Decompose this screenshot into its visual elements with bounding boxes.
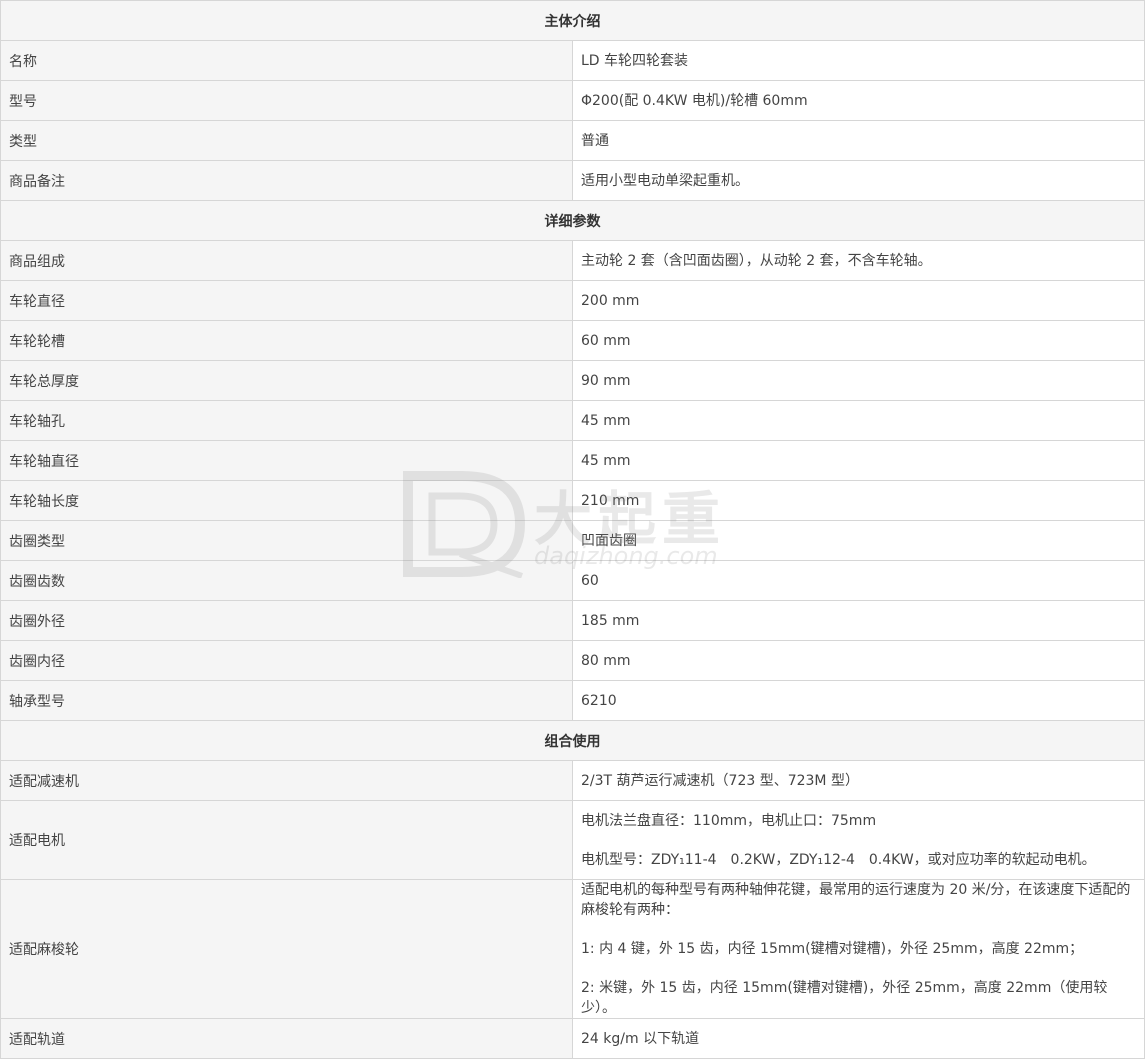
value-line: 适用小型电动单梁起重机。 [581, 172, 749, 189]
row-label: 齿圈类型 [0, 520, 573, 561]
value-line: LD 车轮四轮套装 [581, 52, 689, 69]
value-line: 2: 米键，外 15 齿，内径 15mm(键槽对键槽)，外径 25mm，高度 2… [581, 980, 1108, 1016]
row-label: 齿圈外径 [0, 600, 573, 641]
row-label: 车轮直径 [0, 280, 573, 321]
row-value: 适配电机的每种型号有两种轴伸花键，最常用的运行速度为 20 米/分，在该速度下适… [572, 879, 1145, 1019]
row-value: 普通 [572, 120, 1145, 161]
table-row: 商品组成 主动轮 2 套（含凹面齿圈），从动轮 2 套，不含车轮轴。 [0, 240, 1145, 281]
table-row: 适配减速机 2/3T 葫芦运行减速机（723 型、723M 型） [0, 760, 1145, 801]
row-label: 车轮轴孔 [0, 400, 573, 441]
row-label: 商品组成 [0, 240, 573, 281]
value-line: 185 mm [581, 612, 640, 629]
table-row: 车轮轮槽 60 mm [0, 320, 1145, 361]
value-line: 1: 内 4 键，外 15 齿，内径 15mm(键槽对键槽)，外径 25mm，高… [581, 941, 1084, 957]
value-line: 60 mm [581, 332, 631, 349]
table-row: 适配电机 电机法兰盘直径：110mm，电机止口：75mm 电机型号：ZDY₁11-4… [0, 800, 1145, 880]
row-value: 24 kg/m 以下轨道 [572, 1018, 1145, 1059]
row-value: 90 mm [572, 360, 1145, 401]
row-label: 类型 [0, 120, 573, 161]
row-label: 适配麻梭轮 [0, 879, 573, 1019]
row-value: 6210 [572, 680, 1145, 721]
row-value: 60 mm [572, 320, 1145, 361]
section-header: 详细参数 [0, 200, 1145, 241]
row-label: 适配减速机 [0, 760, 573, 801]
row-label: 适配轨道 [0, 1018, 573, 1059]
row-value: 210 mm [572, 480, 1145, 521]
table-row: 齿圈内径 80 mm [0, 640, 1145, 681]
row-value: 主动轮 2 套（含凹面齿圈），从动轮 2 套，不含车轮轴。 [572, 240, 1145, 281]
value-line: 普通 [581, 132, 609, 149]
table-row: 适配麻梭轮 适配电机的每种型号有两种轴伸花键，最常用的运行速度为 20 米/分，在… [0, 879, 1145, 1019]
table-row: 车轮直径 200 mm [0, 280, 1145, 321]
row-label: 适配电机 [0, 800, 573, 880]
value-line: 45 mm [581, 412, 631, 429]
value-line: Φ200(配 0.4KW 电机)/轮槽 60mm [581, 92, 808, 109]
section-header: 组合使用 [0, 720, 1145, 761]
value-line: 6210 [581, 692, 617, 709]
value-line: 主动轮 2 套（含凹面齿圈），从动轮 2 套，不含车轮轴。 [581, 252, 932, 269]
product-spec-table: 主体介绍 名称 LD 车轮四轮套装 型号 Φ200(配 0.4KW 电机)/轮槽 60m… [0, 0, 1145, 1059]
row-value: 200 mm [572, 280, 1145, 321]
row-label: 车轮总厚度 [0, 360, 573, 401]
value-line: 80 mm [581, 652, 631, 669]
value-line: 200 mm [581, 292, 640, 309]
row-value: 45 mm [572, 400, 1145, 441]
value-line: 45 mm [581, 452, 631, 469]
table-row: 齿圈齿数 60 [0, 560, 1145, 601]
table-row: 商品备注 适用小型电动单梁起重机。 [0, 160, 1145, 201]
row-value: 60 [572, 560, 1145, 601]
table-row: 类型 普通 [0, 120, 1145, 161]
row-label: 齿圈内径 [0, 640, 573, 681]
value-line: 电机型号：ZDY₁11-4 0.2KW，ZDY₁12-4 0.4KW，或对应功率… [581, 851, 1096, 868]
row-label: 车轮轴长度 [0, 480, 573, 521]
section-title: 组合使用 [0, 720, 1145, 761]
value-line: 电机法兰盘直径：110mm，电机止口：75mm [581, 812, 877, 829]
row-value: 电机法兰盘直径：110mm，电机止口：75mm 电机型号：ZDY₁11-4 0.2… [572, 800, 1145, 880]
table-row: 名称 LD 车轮四轮套装 [0, 40, 1145, 81]
row-value: 45 mm [572, 440, 1145, 481]
value-line: 2/3T 葫芦运行减速机（723 型、723M 型） [581, 772, 859, 789]
row-label: 齿圈齿数 [0, 560, 573, 601]
row-label: 车轮轮槽 [0, 320, 573, 361]
row-value: 凹面齿圈 [572, 520, 1145, 561]
row-label: 轴承型号 [0, 680, 573, 721]
table-row: 车轮轴孔 45 mm [0, 400, 1145, 441]
section-title: 详细参数 [0, 200, 1145, 241]
table-row: 齿圈类型 凹面齿圈 [0, 520, 1145, 561]
row-value: Φ200(配 0.4KW 电机)/轮槽 60mm [572, 80, 1145, 121]
value-line: 凹面齿圈 [581, 532, 637, 549]
row-label: 车轮轴直径 [0, 440, 573, 481]
row-value: 80 mm [572, 640, 1145, 681]
section-title: 主体介绍 [0, 0, 1145, 41]
table-row: 适配轨道 24 kg/m 以下轨道 [0, 1018, 1145, 1059]
row-label: 商品备注 [0, 160, 573, 201]
row-value: LD 车轮四轮套装 [572, 40, 1145, 81]
table-row: 轴承型号 6210 [0, 680, 1145, 721]
table-row: 齿圈外径 185 mm [0, 600, 1145, 641]
table-row: 型号 Φ200(配 0.4KW 电机)/轮槽 60mm [0, 80, 1145, 121]
value-line: 60 [581, 572, 599, 589]
section-header: 主体介绍 [0, 0, 1145, 41]
value-line: 90 mm [581, 372, 631, 389]
table-row: 车轮总厚度 90 mm [0, 360, 1145, 401]
row-value: 185 mm [572, 600, 1145, 641]
table-row: 车轮轴长度 210 mm [0, 480, 1145, 521]
row-value: 2/3T 葫芦运行减速机（723 型、723M 型） [572, 760, 1145, 801]
value-line: 210 mm [581, 492, 640, 509]
row-label: 名称 [0, 40, 573, 81]
table-row: 车轮轴直径 45 mm [0, 440, 1145, 481]
row-value: 适用小型电动单梁起重机。 [572, 160, 1145, 201]
value-line: 适配电机的每种型号有两种轴伸花键，最常用的运行速度为 20 米/分，在该速度下适… [581, 882, 1131, 918]
row-label: 型号 [0, 80, 573, 121]
